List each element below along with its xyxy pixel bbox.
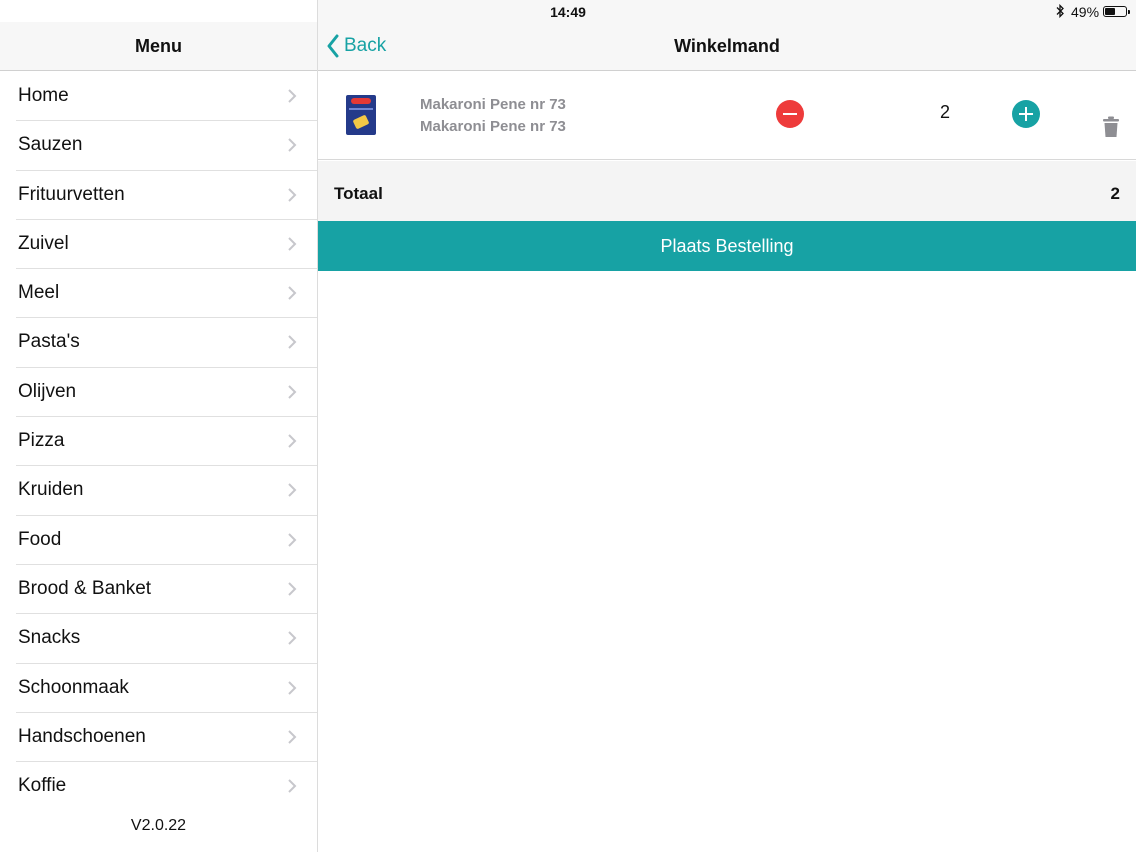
page-title: Winkelmand <box>674 36 780 56</box>
total-label: Totaal <box>334 184 383 203</box>
sidebar-item-label: Sauzen <box>18 134 83 156</box>
sidebar-item-olijven[interactable]: Olijven <box>0 368 317 418</box>
sidebar-item-label: Zuivel <box>18 232 69 254</box>
total-value: 2 <box>1110 184 1120 203</box>
sidebar-item-schoonmaak[interactable]: Schoonmaak <box>0 664 317 714</box>
chevron-right-icon <box>288 138 297 153</box>
sidebar-item-label: Handschoenen <box>18 725 146 747</box>
sidebar-item-label: Schoonmaak <box>18 676 129 698</box>
product-name-secondary: Makaroni Pene nr 73 <box>420 118 566 135</box>
sidebar-item-label: Food <box>18 528 62 550</box>
sidebar-item-sauzen[interactable]: Sauzen <box>0 121 317 171</box>
sidebar-item-label: Kruiden <box>18 479 84 501</box>
sidebar-item-koffie[interactable]: Koffie <box>0 762 317 811</box>
total-row: Totaal 2 <box>318 161 1136 221</box>
sidebar-menu: Home Sauzen Frituurvetten Zuivel Meel Pa… <box>0 72 317 811</box>
chevron-right-icon <box>288 335 297 350</box>
sidebar-title: Menu <box>135 36 182 56</box>
sidebar-item-kruiden[interactable]: Kruiden <box>0 466 317 516</box>
sidebar-item-label: Pasta's <box>18 331 80 353</box>
place-order-button[interactable]: Plaats Bestelling <box>318 221 1136 271</box>
main-navbar: Back Winkelmand <box>318 22 1136 71</box>
chevron-right-icon <box>288 582 297 596</box>
sidebar-item-label: Koffie <box>18 775 67 797</box>
quantity-value: 2 <box>939 102 950 122</box>
product-thumbnail-pasta <box>352 114 370 130</box>
trash-icon[interactable] <box>1102 116 1120 138</box>
chevron-right-icon <box>288 237 297 251</box>
sidebar-item-frituurvetten[interactable]: Frituurvetten <box>0 171 317 221</box>
sidebar-item-pizza[interactable]: Pizza <box>0 417 317 467</box>
app-version: V2.0.22 <box>130 817 187 834</box>
sidebar: Menu Home Sauzen Frituurvetten Zuivel Me… <box>0 0 318 852</box>
chevron-right-icon <box>288 89 297 103</box>
chevron-right-icon <box>288 779 297 793</box>
sidebar-item-home[interactable]: Home <box>0 72 317 122</box>
sidebar-item-label: Meel <box>18 282 60 304</box>
sidebar-item-brood-banket[interactable]: Brood & Banket <box>0 565 317 615</box>
chevron-right-icon <box>288 483 297 498</box>
product-thumbnail <box>346 95 376 135</box>
product-thumbnail-band <box>349 108 373 110</box>
sidebar-item-zuivel[interactable]: Zuivel <box>0 220 317 270</box>
sidebar-item-pastas[interactable]: Pasta's <box>0 318 317 369</box>
product-thumbnail-logo <box>351 98 371 104</box>
increase-quantity-button[interactable] <box>1012 100 1040 128</box>
chevron-right-icon <box>288 286 297 300</box>
sidebar-item-label: Brood & Banket <box>18 577 152 599</box>
sidebar-item-label: Olijven <box>18 380 77 402</box>
sidebar-item-food[interactable]: Food <box>0 516 317 566</box>
chevron-right-icon <box>288 680 297 695</box>
sidebar-item-label: Home <box>18 85 69 106</box>
chevron-right-icon <box>288 532 297 547</box>
chevron-right-icon <box>288 187 297 202</box>
sidebar-item-meel[interactable]: Meel <box>0 269 317 319</box>
sidebar-item-label: Pizza <box>18 430 65 452</box>
chevron-right-icon <box>288 385 297 399</box>
cart-panel: Back Winkelmand Makaroni Pene nr 73 Maka… <box>318 0 1136 852</box>
chevron-right-icon <box>288 434 297 448</box>
chevron-right-icon <box>288 730 297 744</box>
sidebar-item-label: Frituurvetten <box>18 183 125 205</box>
chevron-right-icon <box>288 631 297 645</box>
sidebar-navbar: Menu <box>0 22 317 71</box>
cart-item: Makaroni Pene nr 73 Makaroni Pene nr 73 … <box>318 72 1136 160</box>
sidebar-item-handschoenen[interactable]: Handschoenen <box>0 713 317 763</box>
decrease-quantity-button[interactable] <box>776 100 804 128</box>
product-name: Makaroni Pene nr 73 <box>420 96 566 113</box>
sidebar-item-snacks[interactable]: Snacks <box>0 614 317 664</box>
sidebar-item-label: Snacks <box>18 627 81 649</box>
